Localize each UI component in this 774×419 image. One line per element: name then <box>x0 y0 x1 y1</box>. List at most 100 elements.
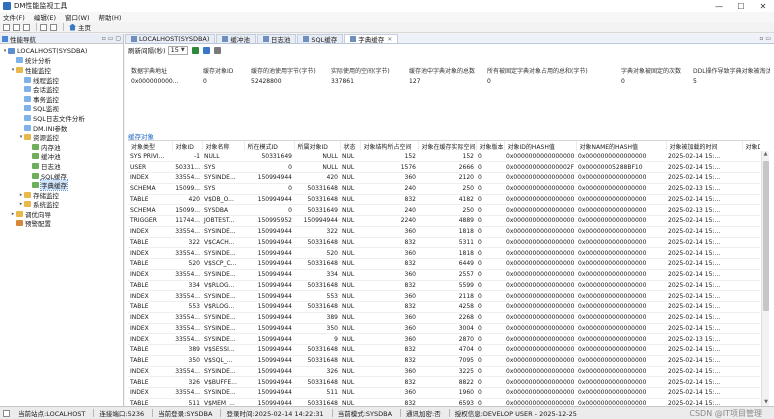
column-header[interactable]: 所在模式ID <box>244 141 295 151</box>
column-header[interactable]: 对象在缓存实际空间 <box>418 141 477 151</box>
tree-item[interactable]: 预警配置 <box>0 219 123 228</box>
table-row[interactable]: SCHEMA 15099... SYS 0 50331648 NUL 240 250 0 0x00… <box>128 183 760 195</box>
table-row[interactable]: INDEX 33554... SYSINDE... 150994944 9 NUL 360 2… <box>128 333 760 345</box>
tree-item[interactable]: SQL日志文件分析 <box>0 113 123 123</box>
table-row[interactable]: TABLE 350 V$SQL_... 150994944 50331648 NUL 832… <box>128 355 760 367</box>
table-row[interactable]: INDEX 33554... SYSINDE... 150994944 326 NUL 36… <box>128 366 760 378</box>
table-cell: 4182 <box>418 194 476 206</box>
table-row[interactable]: INDEX 33554... SYSINDE... 150994944 553 NUL 36… <box>128 290 760 302</box>
table-cell: 553 <box>172 301 202 313</box>
tab[interactable]: 日志池 <box>256 34 297 44</box>
table-row[interactable]: SYS PRIVI... -1 NULL 50331649 NULL NUL 152 152 0… <box>128 151 760 163</box>
table-cell: V$RLOG... <box>202 280 244 292</box>
tree-item[interactable]: ▾ LOCALHOST(SYSDBA) <box>0 46 123 56</box>
table-row[interactable]: TABLE 511 V$MEM_... 150994944 50331648 NUL 832… <box>128 398 760 406</box>
tree-item[interactable]: 统计分析 <box>0 56 123 65</box>
tab[interactable]: LOCALHOST(SYSDBA) <box>125 34 216 43</box>
refresh-icon[interactable] <box>202 46 210 54</box>
table-row[interactable]: INDEX 33554... SYSINDE... 150994944 350 NUL 36… <box>128 323 760 335</box>
tabbar-view-buttons[interactable]: ▫ ▭ <box>759 35 771 42</box>
tree-item[interactable]: ▸ 存储监控 <box>0 190 123 200</box>
tree-item[interactable]: ▾ 性能监控 <box>0 65 123 75</box>
column-header[interactable]: 对象NAME的HASH值 <box>576 141 667 151</box>
tree-item[interactable]: 缓冲池 <box>0 152 123 161</box>
tree-item[interactable]: ▸ 系统监控 <box>0 200 123 209</box>
table-row[interactable]: INDEX 33554... SYSINDE... 150994944 511 NUL 36… <box>128 387 760 399</box>
column-header[interactable]: 对象ID <box>172 141 203 151</box>
tree-item[interactable]: 线程监控 <box>0 75 123 85</box>
column-header[interactable]: 所属对象ID <box>294 141 341 151</box>
table-row[interactable]: TABLE 389 V$SESSI... 150994944 50331648 NUL 83… <box>128 344 760 356</box>
column-header[interactable]: 对象被加载的时间 <box>666 141 743 151</box>
table-cell: 0x0000000000000000 <box>504 290 576 302</box>
menu-file[interactable]: 文件(F) <box>3 12 25 22</box>
column-header[interactable]: 对象结构所占空间 <box>360 141 419 151</box>
scroll-up-icon[interactable]: ▲ <box>762 151 769 158</box>
table-row[interactable]: INDEX 33554... SYSINDE... 150994944 322 NUL 36… <box>128 226 760 238</box>
minimize-button[interactable]: — <box>708 2 730 11</box>
column-header[interactable]: 对象名称 <box>202 141 245 151</box>
scroll-down-icon[interactable]: ▼ <box>762 399 770 406</box>
new-icon[interactable] <box>3 23 10 31</box>
table-cell <box>742 290 760 302</box>
close-icon[interactable]: ✕ <box>387 36 392 43</box>
vertical-scrollbar[interactable]: ▲ ▼ <box>761 151 769 406</box>
table-cell: 1818 <box>418 226 476 238</box>
tree-item[interactable]: 字典缓存 <box>0 179 123 192</box>
save-icon[interactable] <box>13 23 20 31</box>
table-cell <box>742 344 760 356</box>
table-row[interactable]: INDEX 33554... SYSINDE... 150994944 389 NUL 36… <box>128 312 760 324</box>
table-row[interactable]: TABLE 553 V$RLOG... 150994944 50331648 NUL 832… <box>128 301 760 313</box>
tab[interactable]: 字典缓存 ✕ <box>344 34 399 44</box>
forward-icon[interactable] <box>50 23 57 31</box>
table-row[interactable]: TRIGGER 11744... JOBTEST... 150995952 150994… <box>128 215 760 227</box>
table-row[interactable]: TABLE 520 V$SCP_C... 150994944 50331648 NUL 83… <box>128 258 760 270</box>
menu-help[interactable]: 帮助(H) <box>99 12 122 22</box>
table-cell: 360 <box>360 366 418 378</box>
table-cell: 0x0000000000000000 <box>504 344 576 356</box>
tab[interactable]: SQL缓存 <box>297 34 344 44</box>
navigator-view-buttons[interactable]: ▫ ▭ ▢ <box>102 35 121 42</box>
table-row[interactable]: INDEX 33554... SYSINDE... 150994944 520 NUL 36… <box>128 247 760 259</box>
tree-item[interactable]: 会话监控 <box>0 84 123 94</box>
column-header[interactable]: 对象类型 <box>128 141 173 151</box>
close-button[interactable]: ✕ <box>752 2 774 11</box>
home-button[interactable]: 主页 <box>69 22 91 32</box>
table-row[interactable]: INDEX 33554... SYSINDE... 150994944 420 NUL 36… <box>128 172 760 184</box>
tree-item[interactable]: ▾ 资源监控 <box>0 132 123 142</box>
table-row[interactable]: SCHEMA 15099... SYSDBA 0 50331649 NUL 240 250 0 0… <box>128 204 760 216</box>
table-cell: 0 <box>476 387 504 399</box>
maximize-button[interactable]: ☐ <box>730 2 752 11</box>
back-icon[interactable] <box>40 23 47 31</box>
export-icon[interactable] <box>213 46 221 54</box>
tree-item[interactable]: SQL缓存 <box>0 171 123 181</box>
table-row[interactable]: TABLE 334 V$RLOG... 150994944 50331648 NUL 832… <box>128 280 760 292</box>
tab[interactable]: 缓冲池 <box>216 34 256 44</box>
menu-window[interactable]: 窗口(W) <box>65 12 90 22</box>
column-header[interactable]: 对象DDL <box>742 141 760 151</box>
tree-item[interactable]: 事务监控 <box>0 94 123 104</box>
tree-item[interactable]: 内存池 <box>0 142 123 152</box>
menu-edit[interactable]: 编辑(E) <box>34 12 56 22</box>
refresh-interval-select[interactable]: 15 ▼ <box>167 45 188 55</box>
table-cell <box>742 312 760 324</box>
tree-item[interactable]: 日志池 <box>0 161 123 171</box>
column-header[interactable]: 对象ID的HASH值 <box>504 141 577 151</box>
table-cell: 2025-02-14 15:... <box>666 387 742 399</box>
table-cell: 2240 <box>360 215 418 227</box>
save-all-icon[interactable] <box>23 23 30 31</box>
table-row[interactable]: TABLE 420 V$DB_O... 150994944 50331648 NUL 832… <box>128 194 760 206</box>
scroll-thumb[interactable] <box>763 161 769 311</box>
tree-item[interactable]: ▸ 调优向导 <box>0 209 123 219</box>
tree-item[interactable]: SQL监视 <box>0 104 123 113</box>
table-row[interactable]: TABLE 322 V$CACH... 150994944 50331648 NUL 832… <box>128 237 760 249</box>
table-cell: 4704 <box>418 344 476 356</box>
table-row[interactable]: USER 50331... SYS 0 NULL NUL 1576 2666 0 0x000000… <box>128 161 760 173</box>
table-cell: 360 <box>360 226 418 238</box>
column-header[interactable]: 状态 <box>340 141 361 151</box>
tree-item[interactable]: DM.INI参数 <box>0 123 123 133</box>
table-row[interactable]: INDEX 33554... SYSINDE... 150994944 334 NUL 36… <box>128 269 760 281</box>
start-icon[interactable] <box>191 46 199 54</box>
column-header[interactable]: 对象版本 <box>476 141 505 151</box>
table-row[interactable]: TABLE 326 V$BUFFE... 150994944 50331648 NUL 83… <box>128 376 760 388</box>
